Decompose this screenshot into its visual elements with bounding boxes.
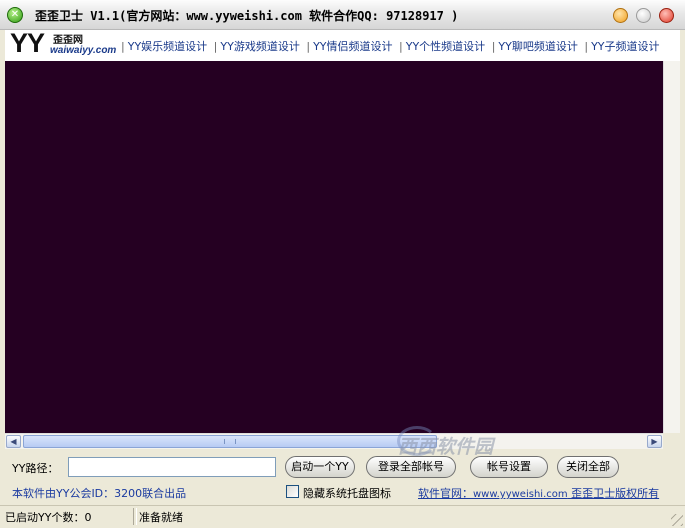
nav-link-entertainment[interactable]: YY娱乐频道设计 [128,40,207,53]
scroll-corner [663,433,680,449]
yy-path-input[interactable] [68,457,276,477]
watermark: 西西软件园 [398,436,494,458]
launched-count: 已启动YY个数：0 [5,511,92,524]
hide-tray-label[interactable]: 隐藏系统托盘图标 [303,485,391,501]
scroll-grip-icon [224,439,236,444]
nav-link-couple[interactable]: YY情侣频道设计 [313,40,392,53]
status-ready: 准备就绪 [139,511,183,524]
logo-url: waiwaiyy.com [50,45,117,56]
official-site-link[interactable]: 软件官网：www.yyweishi.com 歪歪卫士版权所有 [418,485,659,501]
status-divider [133,508,137,525]
app-icon: ✕ [7,7,23,23]
site-prefix: 软件官网： [418,487,473,500]
yy-path-label: YY路径： [12,462,59,475]
logo-mark: YY [10,30,45,58]
close-all-button[interactable]: 关闭全部 [557,456,619,478]
vertical-scrollbar[interactable] [663,61,680,433]
nav-link-game[interactable]: YY游戏频道设计 [220,40,299,53]
copyright-text: 歪歪卫士版权所有 [567,487,660,500]
nav-links: | YY娱乐频道设计 | YY游戏频道设计 | YY情侣频道设计 | YY个性频道设计 … [121,40,660,53]
nav-link-personal[interactable]: YY个性频道设计 [406,40,485,53]
scroll-left-arrow-icon[interactable]: ◀ [6,435,21,448]
resize-grip-icon[interactable] [671,514,683,526]
window-title: 歪歪卫士 V1.1(官方网站：www.yyweishi.com 软件合作QQ: … [35,9,459,23]
web-content-area[interactable] [5,61,663,433]
horizontal-scrollbar[interactable]: ◀ ▶ [5,433,663,449]
scroll-thumb[interactable] [23,435,437,448]
nav-link-subchannel[interactable]: YY子频道设计 [591,40,659,53]
channel-nav-bar: YY 歪歪网 waiwaiyy.com | YY娱乐频道设计 | YY游戏频道设计 … [5,30,680,61]
title-bar[interactable]: ✕ 歪歪卫士 V1.1(官方网站：www.yyweishi.com 软件合作QQ… [0,0,685,30]
credit-text: 本软件由YY公会ID：3200联合出品 [12,487,187,500]
close-button[interactable] [659,8,674,23]
scroll-right-arrow-icon[interactable]: ▶ [647,435,662,448]
launch-yy-button[interactable]: 启动一个YY [285,456,355,478]
controls-row: YY路径： 启动一个YY 登录全部帐号 帐号设置 关闭全部 [0,453,685,479]
site-url: www.yyweishi.com [473,489,568,500]
logo-name: 歪歪网 [53,35,83,46]
maximize-button[interactable] [636,8,651,23]
minimize-button[interactable] [613,8,628,23]
nav-link-chat[interactable]: YY聊吧频道设计 [498,40,577,53]
login-all-button[interactable]: 登录全部帐号 [366,456,456,478]
info-row: 本软件由YY公会ID：3200联合出品 隐藏系统托盘图标 软件官网：www.yy… [0,481,685,503]
hide-tray-checkbox[interactable] [286,485,299,498]
site-logo[interactable]: YY 歪歪网 waiwaiyy.com [10,30,118,61]
account-settings-button[interactable]: 帐号设置 [470,456,548,478]
status-bar: 已启动YY个数：0 准备就绪 [0,505,685,528]
